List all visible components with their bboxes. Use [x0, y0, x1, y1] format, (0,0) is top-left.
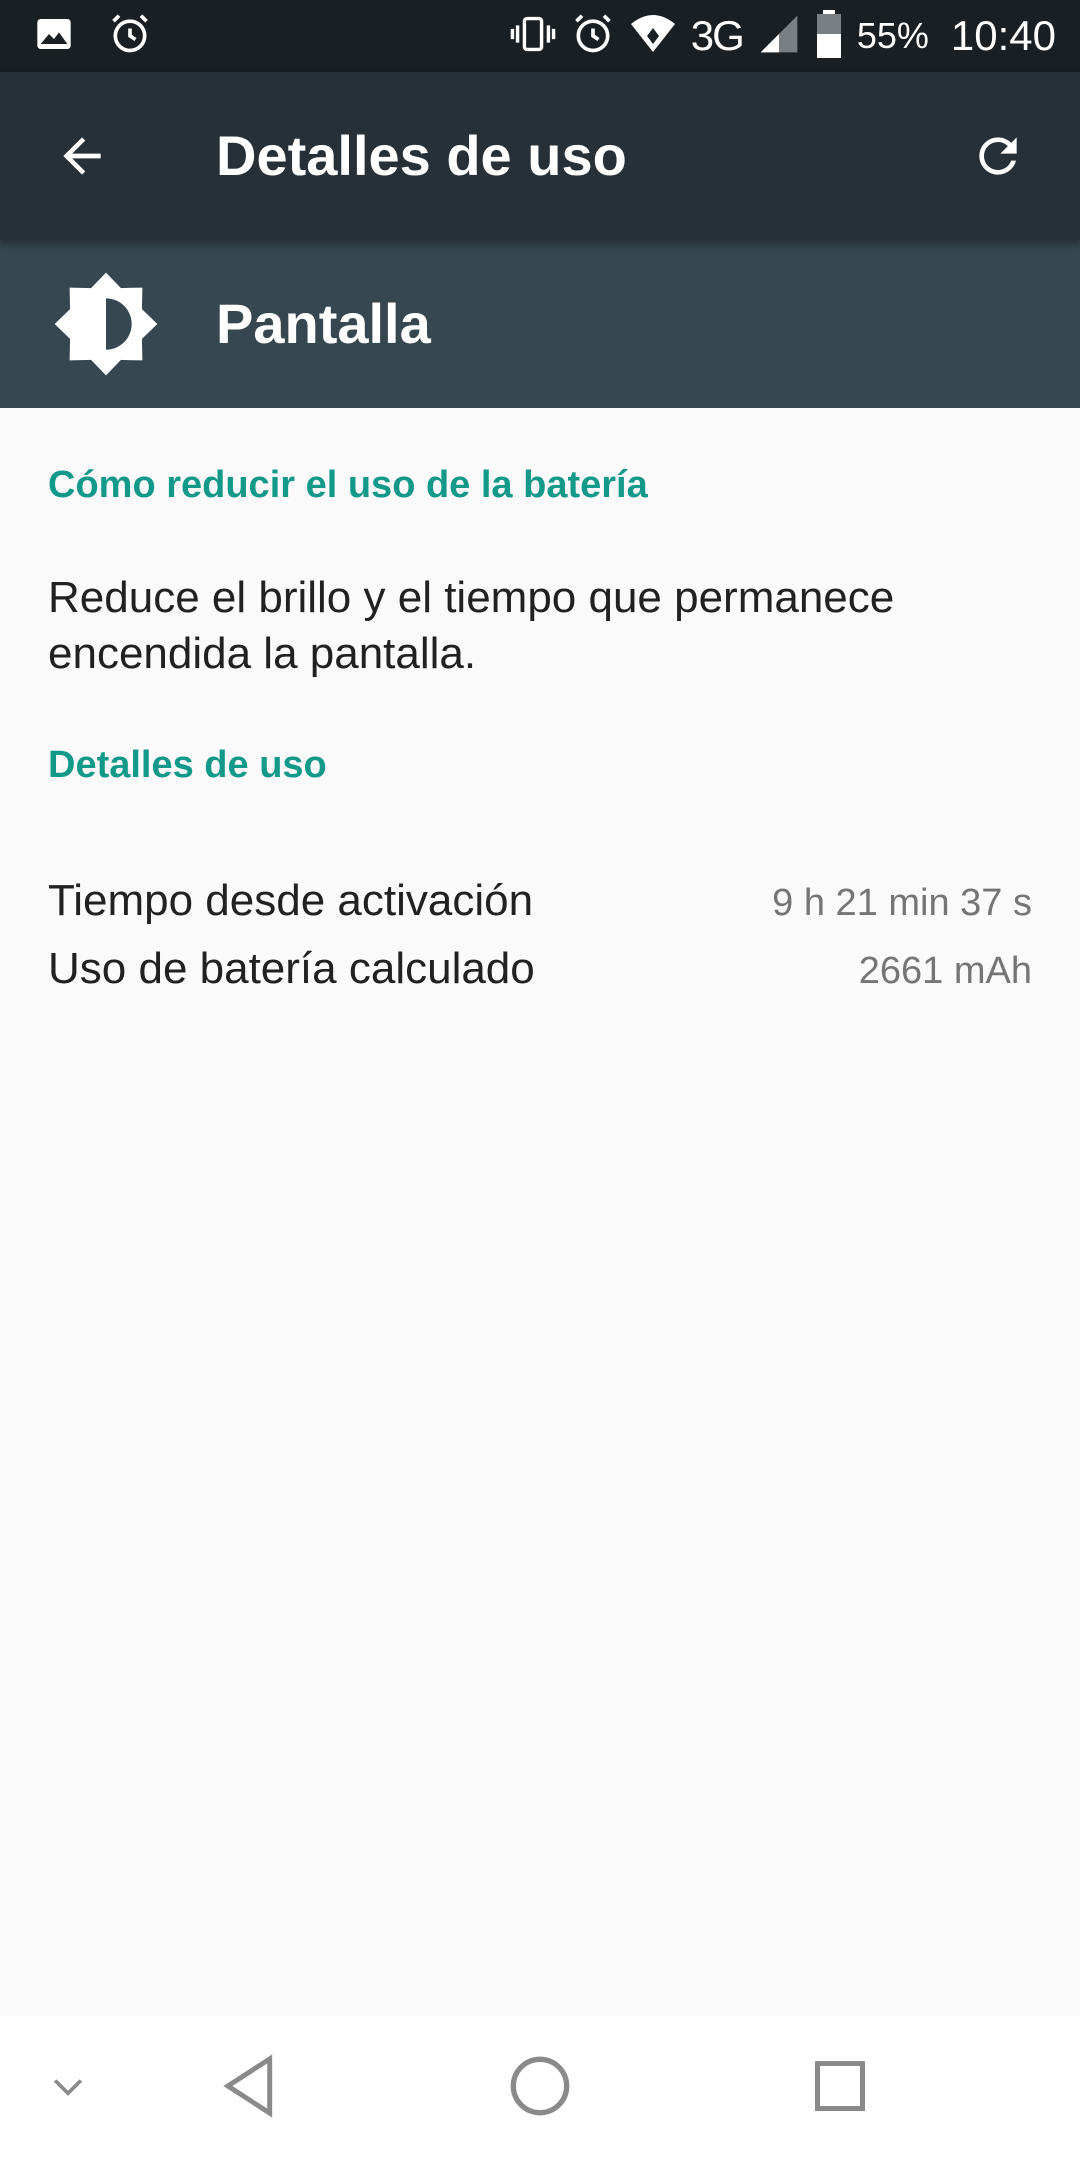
wifi-icon [629, 12, 677, 61]
alarm-icon [571, 12, 615, 61]
usage-heading: Detalles de uso [48, 744, 327, 786]
brightness-icon [50, 268, 162, 380]
nav-home-icon [508, 2054, 572, 2123]
battery-percent: 55% [856, 15, 929, 56]
arrow-back-icon [54, 128, 110, 189]
vibrate-icon [509, 12, 557, 61]
nav-back-button[interactable] [200, 2016, 300, 2160]
nav-recents-button[interactable] [790, 2016, 890, 2160]
detail-label: Tiempo desde activación [48, 876, 534, 925]
detail-value: 9 h 21 min 37 s [772, 882, 1032, 924]
status-bar: 3G 55% 10:40 [0, 0, 1080, 72]
tips-heading: Cómo reducir el uso de la batería [48, 464, 648, 506]
app-header: Pantalla [0, 240, 1080, 408]
navigation-bar [0, 2016, 1080, 2160]
signal-icon [757, 12, 801, 61]
detail-row: Tiempo desde activación 9 h 21 min 37 s [48, 876, 1032, 926]
refresh-button[interactable] [956, 116, 1040, 200]
tip-text: Reduce el brillo y el tiempo que permane… [48, 573, 895, 678]
nav-back-icon [220, 2053, 280, 2123]
app-bar: Detalles de uso [0, 72, 1080, 240]
clock: 10:40 [950, 12, 1056, 59]
detail-row: Uso de batería calculado 2661 mAh [48, 944, 1032, 994]
image-icon [34, 14, 74, 59]
detail-value: 2661 mAh [858, 950, 1032, 992]
detail-label: Uso de batería calculado [48, 944, 535, 993]
refresh-icon [970, 128, 1026, 189]
network-type: 3G [690, 12, 745, 59]
nav-recents-icon [810, 2056, 870, 2121]
page-title: Detalles de uso [216, 124, 627, 187]
nav-home-button[interactable] [490, 2016, 590, 2160]
alarm-icon [108, 12, 152, 61]
nav-hide-button[interactable] [28, 2016, 108, 2160]
battery-icon [815, 9, 843, 63]
app-name: Pantalla [216, 292, 431, 355]
back-button[interactable] [40, 116, 124, 200]
chevron-down-icon [46, 2064, 90, 2113]
